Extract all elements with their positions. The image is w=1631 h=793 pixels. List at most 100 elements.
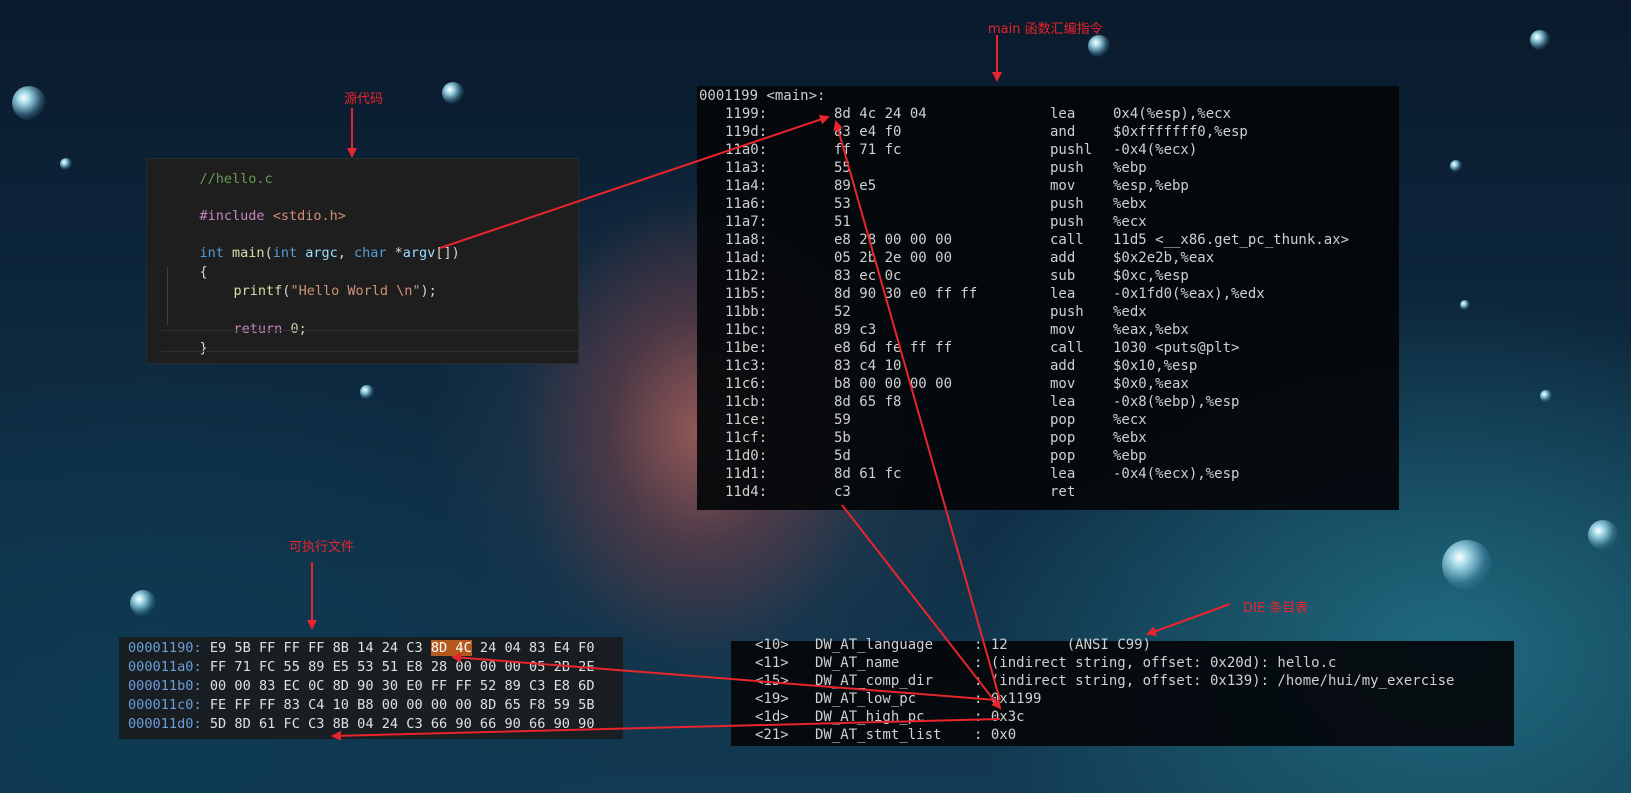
disasm-bytes: 05 2b 2e 00 00 (834, 250, 953, 266)
disasm-bytes: c3 (834, 484, 851, 500)
disasm-bytes: 53 (834, 196, 851, 212)
disasm-args: 1030 <puts@plt> (1113, 340, 1240, 356)
disasm-bytes: 55 (834, 160, 851, 176)
disasm-addr: 11cb: (725, 394, 768, 410)
annotation-source-code: 源代码 (344, 92, 384, 107)
disasm-bytes: ff 71 fc (834, 142, 902, 158)
disasm-args: %ecx (1113, 412, 1147, 428)
disasm-addr: 11c3: (725, 358, 768, 374)
disasm-op: and (1050, 124, 1076, 140)
disasm-op: push (1050, 214, 1084, 230)
disasm-header: 0001199 <main>: (699, 88, 826, 104)
disasm-op: push (1050, 160, 1084, 176)
disasm-op: push (1050, 196, 1084, 212)
disasm-op: call (1050, 340, 1084, 356)
disasm-addr: 11bb: (725, 304, 768, 320)
code-comment: //hello.c (199, 171, 273, 187)
code-token: ); (420, 283, 437, 299)
disasm-addr: 119d: (725, 124, 768, 140)
disasm-op: ret (1050, 484, 1076, 500)
disasm-args: %ebp (1113, 448, 1147, 464)
indent-guide (167, 267, 168, 325)
die-off: <21> (755, 727, 789, 743)
disasm-addr: 11b2: (725, 268, 768, 284)
die-attr: DW_AT_high_pc (815, 709, 925, 725)
disasm-bytes: e8 6d fe ff ff (834, 340, 953, 356)
hex-row: 00001190: E9 5B FF FF FF 8B 14 24 C3 8D … (128, 640, 595, 656)
hex-hl: 8D 4C (430, 640, 472, 656)
hex-row: 000011d0: 5D 8D 61 FC C3 8B 04 24 C3 66 … (128, 716, 595, 732)
hex-post: 24 04 83 E4 F0 (471, 640, 595, 656)
disasm-args: %ebx (1113, 430, 1147, 446)
die-off: <10> (755, 637, 789, 653)
disasm-args: $0xfffffff0,%esp (1113, 124, 1248, 140)
disasm-addr: 11be: (725, 340, 768, 356)
disassembly-panel[interactable]: 0001199 <main>: 1199: 8d 4c 24 04 lea 0x4(%… (697, 86, 1399, 510)
code-token: main (232, 245, 265, 261)
die-val: : (indirect string, offset: 0x139): /hom… (974, 673, 1455, 689)
code-token: int (272, 245, 298, 261)
hex-pre: 00 00 83 EC 0C 8D 90 30 E0 FF FF 52 89 C… (201, 678, 595, 694)
die-attr: DW_AT_language (815, 637, 934, 653)
code-token: argv (402, 245, 436, 261)
disasm-op: mov (1050, 178, 1076, 194)
disasm-args: %edx (1113, 304, 1147, 320)
hex-row: 000011a0: FF 71 FC 55 89 E5 53 51 E8 28 … (128, 659, 595, 675)
disasm-args: %esp,%ebp (1113, 178, 1189, 194)
background-bubble (442, 82, 464, 104)
disasm-bytes: 5d (834, 448, 851, 464)
background-bubble (1540, 390, 1552, 402)
disasm-bytes: 83 ec 0c (834, 268, 902, 284)
die-attr: DW_AT_name (815, 655, 900, 671)
die-table-panel[interactable]: <10> DW_AT_language: 12 (ANSI C99) <11> DW_… (731, 637, 1514, 746)
disasm-bytes: b8 00 00 00 00 (834, 376, 953, 392)
annotation-executable: 可执行文件 (289, 540, 355, 555)
hex-row: 000011b0: 00 00 83 EC 0C 8D 90 30 E0 FF … (128, 678, 595, 694)
disasm-addr: 11a8: (725, 232, 768, 248)
die-val: : (indirect string, offset: 0x20d): hell… (974, 655, 1337, 671)
disasm-bytes: e8 28 00 00 00 (834, 232, 953, 248)
disasm-addr: 11a3: (725, 160, 768, 176)
disasm-addr: 11d4: (725, 484, 768, 500)
die-val: : 0x1199 (974, 691, 1042, 707)
disasm-op: add (1050, 250, 1076, 266)
disasm-addr: 11b5: (725, 286, 768, 302)
hex-addr: 000011c0: (128, 697, 202, 713)
disasm-op: lea (1050, 106, 1076, 122)
code-token: argc (305, 245, 338, 261)
source-editor[interactable]: //hello.c #include <stdio.h> int main(in… (146, 158, 579, 364)
background-bubble (360, 385, 374, 399)
background-bubble (1442, 540, 1492, 590)
die-attr: DW_AT_low_pc (815, 691, 917, 707)
disasm-bytes: 51 (834, 214, 851, 230)
disasm-bytes: 89 e5 (834, 178, 877, 194)
disasm-op: pop (1050, 430, 1076, 446)
background-bubble (1088, 35, 1110, 57)
disasm-args: $0x0,%eax (1113, 376, 1189, 392)
disasm-addr: 11a0: (725, 142, 768, 158)
hex-pre: E9 5B FF FF FF 8B 14 24 C3 (201, 640, 431, 656)
disasm-addr: 11a4: (725, 178, 768, 194)
disasm-addr: 11a7: (725, 214, 768, 230)
disasm-args: 11d5 <__x86.get_pc_thunk.ax> (1113, 232, 1350, 248)
die-off: <15> (755, 673, 789, 689)
background-bubble (130, 590, 156, 616)
disasm-op: lea (1050, 286, 1076, 302)
hexdump-panel[interactable]: 00001190: E9 5B FF FF FF 8B 14 24 C3 8D … (119, 637, 623, 739)
die-off: <19> (755, 691, 789, 707)
disasm-op: pop (1050, 412, 1076, 428)
disasm-args: %ebp (1113, 160, 1147, 176)
disasm-addr: 11ad: (725, 250, 768, 266)
disasm-addr: 11d0: (725, 448, 768, 464)
disasm-op: mov (1050, 322, 1076, 338)
hex-addr: 00001190: (128, 640, 202, 656)
hex-pre: 5D 8D 61 FC C3 8B 04 24 C3 66 90 66 90 6… (201, 716, 595, 732)
disasm-addr: 11bc: (725, 322, 768, 338)
background-bubble (12, 86, 46, 120)
current-line-highlight (161, 330, 579, 352)
code-include-header: <stdio.h> (272, 208, 346, 224)
disasm-args: %eax,%ebx (1113, 322, 1189, 338)
arrow-die-label (1146, 603, 1231, 636)
die-off: <11> (755, 655, 789, 671)
disasm-bytes: 59 (834, 412, 851, 428)
